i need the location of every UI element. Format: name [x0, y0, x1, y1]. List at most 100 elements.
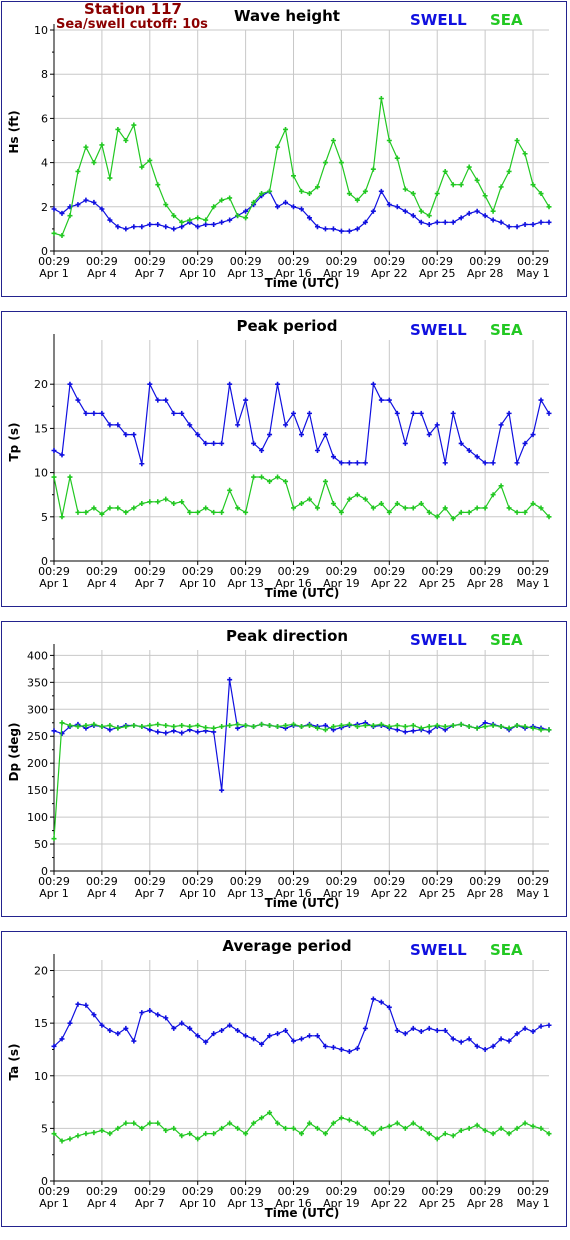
data-point-sea [291, 505, 297, 511]
data-point-sea [99, 142, 105, 148]
data-point-swell [155, 397, 161, 403]
data-point-swell [538, 397, 544, 403]
data-point-sea [322, 478, 328, 484]
data-point-swell [394, 204, 400, 210]
data-point-sea [243, 509, 249, 515]
data-point-sea [211, 725, 217, 731]
data-point-swell [450, 410, 456, 416]
data-point-swell [51, 728, 57, 734]
data-point-swell [83, 197, 89, 203]
data-point-sea [450, 722, 456, 728]
data-point-swell [434, 219, 440, 225]
data-point-sea [59, 233, 65, 239]
x-tick-date-label: Apr 4 [87, 267, 117, 280]
y-tick-label: 20 [34, 965, 48, 978]
data-point-swell [155, 729, 161, 735]
chart-panel-peak-direction: 0 50 100 150 200 250 300 350 400 00:29 Apr 1 00:29 A… [1, 621, 567, 917]
series-sea [51, 474, 552, 522]
data-point-sea [139, 501, 145, 507]
data-point-swell [131, 224, 137, 230]
y-tick-label: 10 [34, 467, 48, 480]
data-point-sea [291, 173, 297, 179]
data-point-swell [195, 224, 201, 230]
data-point-sea [67, 1136, 73, 1142]
data-point-swell [306, 1033, 312, 1039]
data-point-sea [131, 122, 137, 128]
y-axis-label: Hs (ft) [7, 110, 21, 154]
data-point-sea [227, 487, 233, 493]
data-point-sea [243, 722, 249, 728]
data-point-swell [211, 440, 217, 446]
chart-title: Peak period [236, 317, 338, 335]
data-point-sea [139, 724, 145, 730]
y-tick-label: 6 [41, 112, 48, 125]
average-period-chart: 0510152000:29Apr 100:29Apr 400:29Apr 700… [34, 954, 552, 1210]
data-point-swell [402, 208, 408, 214]
data-point-swell [506, 224, 512, 230]
data-point-sea [283, 478, 289, 484]
y-tick-label: 350 [27, 676, 48, 689]
data-point-swell [219, 219, 225, 225]
data-point-sea [67, 213, 73, 219]
data-point-sea [107, 175, 113, 181]
data-point-sea [195, 509, 201, 515]
data-point-sea [107, 722, 113, 728]
legend-sea: SEA [490, 11, 523, 29]
y-tick-label: 300 [27, 703, 48, 716]
data-point-swell [147, 221, 153, 227]
data-point-sea [267, 188, 273, 194]
data-point-swell [67, 1020, 73, 1026]
data-point-sea [155, 499, 161, 505]
data-point-sea [235, 721, 241, 727]
data-point-swell [514, 224, 520, 230]
data-point-swell [354, 460, 360, 466]
data-point-swell [514, 460, 520, 466]
data-point-swell [394, 1028, 400, 1034]
data-point-sea [243, 215, 249, 221]
data-point-swell [482, 1046, 488, 1052]
y-tick-label: 15 [34, 422, 48, 435]
data-point-sea [51, 836, 57, 842]
data-point-sea [75, 509, 81, 515]
data-point-swell [442, 460, 448, 466]
data-point-swell [410, 728, 416, 734]
y-axis-label: Dp (deg) [7, 722, 21, 782]
data-point-swell [346, 228, 352, 234]
data-point-sea [299, 188, 304, 194]
data-point-swell [458, 215, 464, 221]
data-point-sea [426, 724, 432, 730]
y-axis-label-box: Hs (ft) [4, 2, 24, 296]
data-point-swell [59, 452, 65, 458]
y-tick-label: 10 [34, 24, 48, 37]
legend-sea: SEA [490, 631, 523, 649]
data-point-sea [275, 474, 281, 480]
data-point-sea [498, 724, 504, 730]
series-sea [51, 96, 552, 239]
chart-title: Peak direction [225, 627, 349, 645]
legend-swell: SWELL [410, 941, 467, 959]
data-point-swell [179, 224, 185, 230]
data-point-swell [139, 224, 145, 230]
data-point-swell [450, 219, 456, 225]
data-point-sea [498, 184, 504, 190]
data-point-swell [402, 440, 408, 446]
data-point-sea [131, 722, 137, 728]
legend-swell: SWELL [410, 321, 467, 339]
x-axis-label: Time (UTC) [264, 276, 340, 290]
data-point-swell [522, 221, 528, 227]
y-tick-label: 100 [27, 811, 48, 824]
y-tick-label: 4 [41, 157, 48, 170]
data-point-sea [394, 722, 400, 728]
data-point-sea [450, 182, 456, 188]
data-point-sea [115, 725, 121, 731]
data-point-swell [147, 381, 153, 387]
x-tick-date-label: May 1 [516, 577, 549, 590]
data-point-sea [91, 160, 97, 166]
data-point-swell [171, 410, 177, 416]
chart-panel-wave-height: 0 2 4 6 8 10 00:29 Apr 1 00:29 Apr 4 00:29 Apr 7 00:… [1, 1, 567, 297]
data-point-swell [418, 410, 424, 416]
data-point-swell [346, 1049, 352, 1055]
data-point-swell [546, 219, 552, 225]
data-point-swell [314, 448, 320, 453]
data-point-sea [466, 724, 472, 730]
